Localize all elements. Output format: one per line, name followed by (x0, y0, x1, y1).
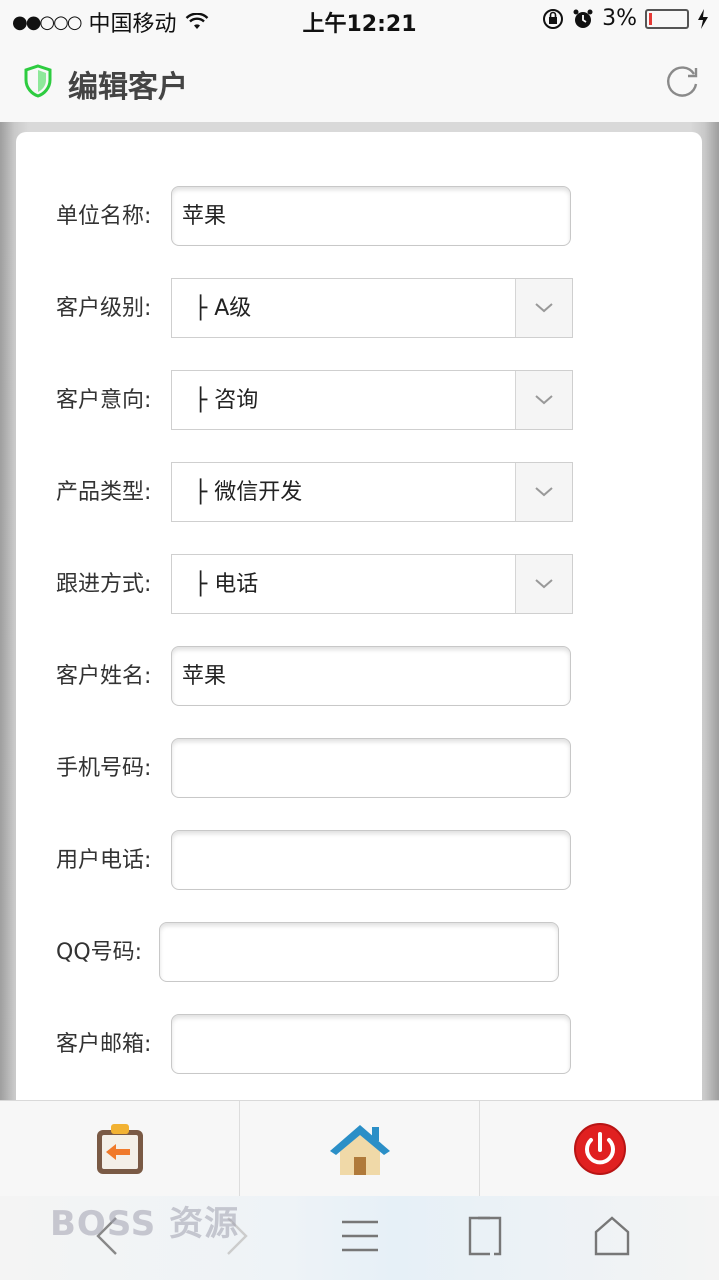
refresh-icon[interactable] (663, 62, 701, 100)
alarm-icon (573, 9, 593, 28)
follow-up-method-select[interactable]: ├ 电话 (171, 554, 573, 614)
form-row-follow-up-method: 跟进方式: ├ 电话 (16, 554, 702, 616)
logout-button[interactable] (480, 1101, 719, 1197)
watermark-text: BOSS 资源 (50, 1204, 240, 1244)
product-type-select[interactable]: ├ 微信开发 (171, 462, 573, 522)
tabs-icon[interactable] (466, 1214, 506, 1258)
customer-intent-value: ├ 咨询 (194, 388, 259, 413)
customer-intent-label: 客户意向: (56, 388, 152, 413)
phone-label: 用户电话: (56, 848, 152, 873)
company-name-input[interactable]: 苹果 (171, 186, 571, 246)
chevron-down-icon[interactable] (515, 555, 572, 613)
customer-level-select[interactable]: ├ A级 (171, 278, 573, 338)
power-icon (573, 1123, 626, 1175)
product-type-label: 产品类型: (56, 480, 152, 505)
back-clipboard-icon (96, 1124, 143, 1174)
form-row-qq: QQ号码: (16, 922, 702, 984)
customer-intent-select[interactable]: ├ 咨询 (171, 370, 573, 430)
form-row-product-type: 产品类型: ├ 微信开发 (16, 462, 702, 524)
product-type-value: ├ 微信开发 (194, 480, 303, 505)
app-header: 编辑客户 (0, 40, 719, 123)
form-row-customer-name: 客户姓名: 苹果 (16, 646, 702, 708)
follow-up-method-label: 跟进方式: (56, 572, 152, 597)
qq-label: QQ号码: (56, 940, 143, 965)
status-bar: ●●○○○ 中国移动 上午12:21 3% (0, 0, 719, 40)
email-label: 客户邮箱: (56, 1032, 152, 1057)
customer-level-value: ├ A级 (194, 296, 252, 321)
email-input[interactable] (171, 1014, 571, 1074)
follow-up-method-value: ├ 电话 (194, 572, 259, 597)
chevron-down-icon[interactable] (515, 371, 572, 429)
customer-name-label: 客户姓名: (56, 664, 152, 689)
qq-input[interactable] (159, 922, 559, 982)
home-icon (329, 1125, 390, 1175)
page-title: 编辑客户 (68, 70, 188, 105)
mobile-label: 手机号码: (56, 756, 152, 781)
form-row-email: 客户邮箱: (16, 1014, 702, 1076)
form-row-phone: 用户电话: (16, 830, 702, 892)
home-outline-icon[interactable] (592, 1214, 632, 1258)
battery-icon (645, 8, 689, 29)
chevron-down-icon[interactable] (515, 463, 572, 521)
battery-percent: 3% (602, 6, 637, 31)
phone-input[interactable] (171, 830, 571, 890)
edit-customer-form: 单位名称: 苹果 客户级别: ├ A级 客户意向: ├ 咨询 产品类型: ├ 微… (16, 132, 702, 1132)
rotation-lock-icon (543, 8, 564, 29)
home-button[interactable] (240, 1101, 480, 1197)
form-row-mobile: 手机号码: (16, 738, 702, 800)
charging-icon (698, 8, 708, 29)
back-button[interactable] (0, 1101, 240, 1197)
company-name-label: 单位名称: (56, 204, 152, 229)
shield-icon (24, 64, 52, 98)
menu-icon[interactable] (340, 1214, 380, 1258)
customer-name-input[interactable]: 苹果 (171, 646, 571, 706)
bottom-toolbar (0, 1100, 719, 1197)
form-row-company-name: 单位名称: 苹果 (16, 186, 702, 248)
customer-level-label: 客户级别: (56, 296, 152, 321)
form-row-customer-intent: 客户意向: ├ 咨询 (16, 370, 702, 432)
mobile-input[interactable] (171, 738, 571, 798)
chevron-down-icon[interactable] (515, 279, 572, 337)
form-row-customer-level: 客户级别: ├ A级 (16, 278, 702, 340)
